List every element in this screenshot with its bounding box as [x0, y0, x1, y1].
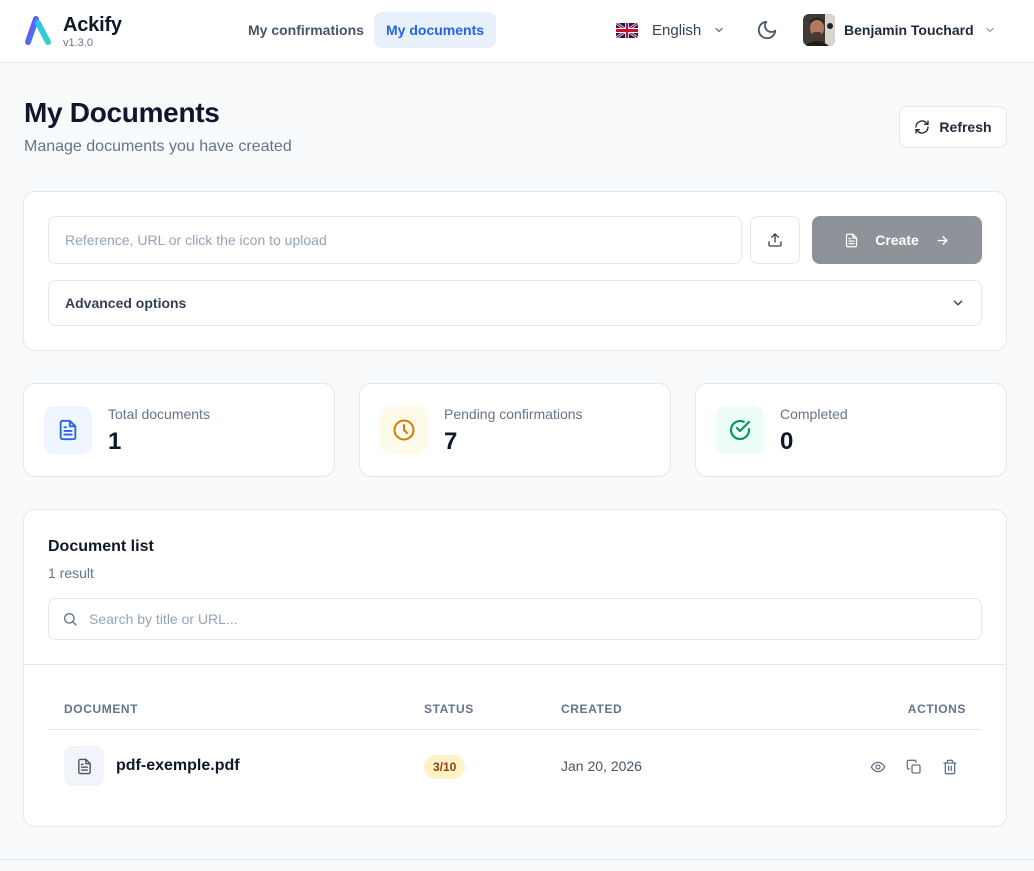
result-count: 1 result: [48, 565, 94, 581]
advanced-options-label: Advanced options: [65, 295, 187, 311]
user-avatar: [803, 14, 835, 46]
upload-button[interactable]: [750, 216, 800, 264]
document-list-card: Document list 1 result DOCUMENT STATUS C…: [23, 509, 1007, 827]
view-button[interactable]: [868, 757, 888, 777]
search-input[interactable]: [89, 599, 969, 639]
document-list-title: Document list: [48, 538, 154, 555]
stat-value: 1: [108, 428, 122, 455]
column-header-document: DOCUMENT: [64, 702, 139, 716]
divider: [24, 664, 1006, 665]
column-header-actions: ACTIONS: [907, 702, 966, 716]
refresh-icon: [915, 120, 930, 134]
document-icon: [59, 419, 77, 441]
uk-flag-icon: [616, 22, 638, 38]
search-box: [48, 598, 982, 640]
stat-label: Pending confirmations: [444, 406, 583, 422]
delete-button[interactable]: [940, 757, 960, 777]
document-icon: [846, 233, 858, 247]
chevron-down-icon: [986, 27, 994, 33]
copy-icon: [906, 759, 921, 774]
user-name: Benjamin Touchard: [844, 22, 974, 38]
trash-icon: [943, 759, 957, 775]
stat-label: Total documents: [108, 406, 210, 422]
column-header-created: CREATED: [561, 702, 623, 716]
eye-icon: [870, 761, 886, 773]
document-reference-input[interactable]: [48, 216, 742, 264]
refresh-label: Refresh: [939, 119, 992, 135]
advanced-options-toggle[interactable]: Advanced options: [48, 280, 982, 326]
language-label: English: [652, 21, 702, 39]
brand-version: v1.3.0: [63, 37, 93, 49]
document-name[interactable]: pdf-exemple.pdf: [116, 757, 240, 775]
stat-icon-wrap: [44, 406, 92, 454]
page-title: My Documents: [24, 97, 220, 128]
stat-card-completed: Completed 0: [695, 383, 1007, 477]
copy-button[interactable]: [904, 757, 924, 777]
tab-my-confirmations[interactable]: My confirmations: [236, 12, 376, 48]
page-subtitle: Manage documents you have created: [24, 138, 292, 155]
footer-divider: [0, 859, 1034, 860]
created-date: Jan 20, 2026: [561, 758, 642, 774]
stat-card-total-documents: Total documents 1: [23, 383, 335, 477]
file-icon: [77, 758, 91, 774]
moon-icon[interactable]: [756, 19, 778, 41]
stat-icon-wrap: [380, 406, 428, 454]
stat-card-pending-confirmations: Pending confirmations 7: [359, 383, 671, 477]
chevron-down-icon: [715, 27, 723, 33]
chevron-down-icon: [953, 300, 963, 306]
tab-my-documents[interactable]: My documents: [374, 12, 497, 48]
arrow-right-icon: [937, 235, 948, 245]
create-button[interactable]: Create: [812, 216, 982, 264]
column-header-status: STATUS: [424, 702, 474, 716]
file-icon-wrap: [64, 746, 104, 786]
ackify-logo-icon[interactable]: [24, 14, 54, 46]
user-menu[interactable]: Benjamin Touchard: [803, 14, 996, 46]
stat-value: 7: [444, 428, 458, 455]
clock-icon: [393, 419, 415, 441]
stat-label: Completed: [780, 406, 848, 422]
stat-value: 0: [780, 428, 794, 455]
status-badge: 3/10: [424, 755, 466, 779]
upload-icon: [768, 233, 782, 247]
language-selector[interactable]: English: [616, 18, 725, 42]
search-icon: [63, 613, 77, 626]
top-navbar: Ackify v1.3.0 My confirmations My docume…: [0, 0, 1034, 63]
table-header-divider: [48, 729, 982, 730]
create-document-card: Create Advanced options: [23, 191, 1007, 351]
create-label: Create: [875, 232, 919, 248]
stat-icon-wrap: [716, 406, 764, 454]
check-circle-icon: [729, 419, 751, 441]
brand-name: Ackify: [63, 14, 122, 36]
refresh-button[interactable]: Refresh: [899, 106, 1007, 148]
